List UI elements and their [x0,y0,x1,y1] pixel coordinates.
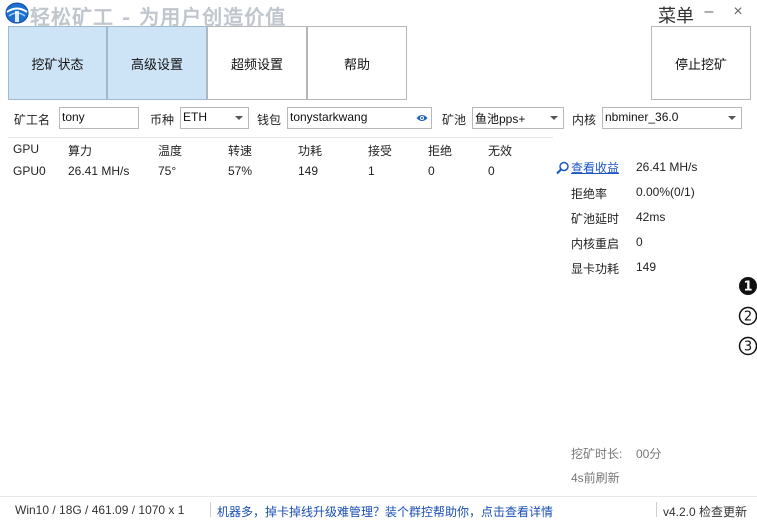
reject-rate-label: 拒绝率 [571,187,608,201]
gpu-power: 149 [298,164,319,178]
version-check-update-link[interactable]: v4.2.0 检查更新 [663,503,747,520]
badge-1-number: 1 [743,280,752,295]
miner-name-input[interactable]: tony [59,107,139,129]
status-bar: Win10 / 18G / 461.09 / 1070 x 1 机器多，掉卡掉线… [0,496,757,521]
coin-value: ETH [183,110,207,124]
mining-time-value: 00分 [636,447,662,461]
table-header-row: GPU 算力 温度 转速 功耗 接受 拒绝 无效 [8,138,553,160]
column-header-fan-speed: 转速 [228,144,253,158]
column-header-gpu: GPU [13,142,40,156]
gpu-temperature: 75° [158,164,177,178]
view-earnings-link[interactable]: 查看收益 [556,159,619,176]
badge-3-icon[interactable]: 3 [737,335,757,357]
close-icon[interactable]: × [729,3,747,21]
minimize-icon[interactable]: – [700,3,718,21]
miner-name-value: tony [62,110,85,124]
badge-2-icon[interactable]: 2 [737,305,757,327]
coin-label: 币种 [150,113,175,127]
reject-rate-value: 0.00%(0/1) [636,185,695,199]
kernel-value: nbminer_36.0 [605,110,679,124]
divider [656,502,657,517]
badge-2-number: 2 [744,310,752,325]
gpu-name: GPU0 [13,164,46,178]
miner-name-label: 矿工名 [14,113,51,127]
divider [210,502,211,517]
column-header-accepted: 接受 [368,144,393,158]
gpu-fan-speed: 57% [228,164,253,178]
chevron-down-icon [550,116,558,120]
tab-overclock-settings-label: 超频设置 [230,56,283,72]
menu-button[interactable]: 菜单 [658,2,694,28]
refresh-status: 4s前刷新 [571,471,620,485]
column-header-rejected: 拒绝 [428,144,453,158]
tab-overclock-settings[interactable]: 超频设置 [207,26,307,100]
app-logo-icon [5,2,29,24]
pool-value: 鱼池pps+ [475,112,526,126]
promo-link[interactable]: 机器多，掉卡掉线升级难管理？装个群控帮助你，点击查看详情 [217,503,553,520]
stop-mining-button[interactable]: 停止挖矿 [651,26,751,100]
tab-mining-status[interactable]: 挖矿状态 [8,26,107,100]
tab-advanced-settings[interactable]: 高级设置 [107,26,207,100]
title-bar: 轻松矿工 - 为用户创造价值 菜单 – × [0,0,757,29]
eye-icon[interactable] [416,113,428,123]
pool-select[interactable]: 鱼池pps+ [472,107,564,129]
column-header-temperature: 温度 [158,144,183,158]
tab-advanced-settings-label: 高级设置 [130,56,183,72]
column-header-power: 功耗 [298,144,323,158]
kernel-label: 内核 [572,113,597,127]
pool-latency-value: 42ms [636,210,666,224]
wallet-value: tonystarkwang [290,110,368,124]
gpu-rejected: 0 [428,164,435,178]
magnifier-icon [556,161,569,175]
system-info: Win10 / 18G / 461.09 / 1070 x 1 [15,503,185,517]
tab-mining-status-label: 挖矿状态 [31,56,84,72]
total-hashrate-value: 26.41 MH/s [636,160,698,174]
badge-1-icon[interactable]: 1 [737,275,757,297]
card-power-value: 149 [636,260,657,274]
column-header-invalid: 无效 [488,144,513,158]
coin-select[interactable]: ETH [180,107,249,129]
gpu-invalid: 0 [488,164,495,178]
tab-help-label: 帮助 [343,56,370,72]
chevron-down-icon [728,116,736,120]
pool-latency-label: 矿池延时 [571,212,620,226]
gpu-accepted: 1 [368,164,375,178]
chevron-down-icon [235,116,243,120]
kernel-select[interactable]: nbminer_36.0 [602,107,742,129]
badge-3-number: 3 [744,340,752,355]
kernel-restart-label: 内核重启 [571,237,620,251]
tab-help[interactable]: 帮助 [307,26,407,100]
table-row[interactable]: GPU0 26.41 MH/s 75° 57% 149 1 0 0 [8,160,553,182]
card-power-label: 显卡功耗 [571,262,620,276]
wallet-label: 钱包 [257,113,282,127]
pool-label: 矿池 [442,113,467,127]
view-earnings-label: 查看收益 [571,161,620,175]
gpu-table: GPU 算力 温度 转速 功耗 接受 拒绝 无效 GPU0 26.41 MH/s… [8,137,553,182]
wallet-input[interactable]: tonystarkwang [287,107,432,129]
gpu-hashrate: 26.41 MH/s [68,164,130,178]
kernel-restart-value: 0 [636,235,643,249]
mining-time-label: 挖矿时长: [571,447,623,461]
stop-mining-label: 停止挖矿 [674,56,727,72]
column-header-hashrate: 算力 [68,144,93,158]
